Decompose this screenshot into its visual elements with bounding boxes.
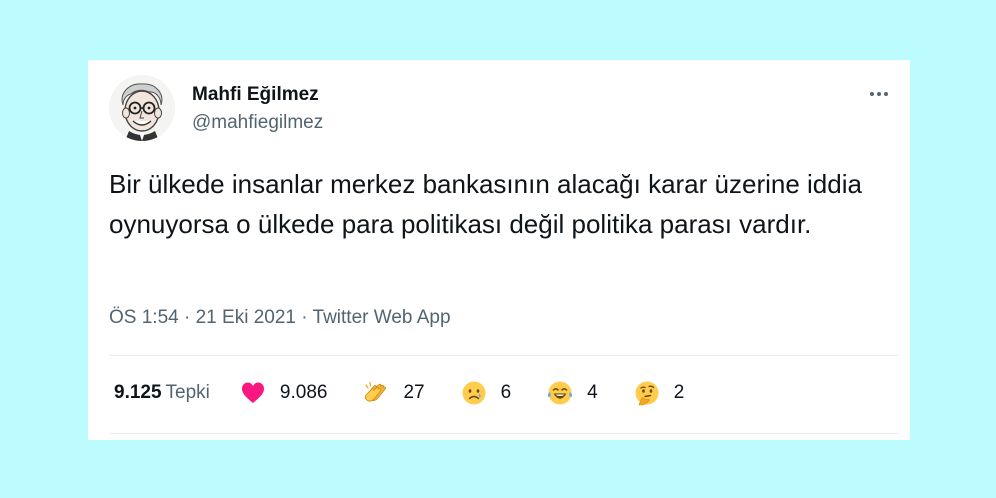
reaction-clap[interactable]: 27	[363, 380, 425, 406]
tweet-meta: ÖS 1:54 · 21 Eki 2021 · Twitter Web App	[109, 307, 451, 329]
heart-icon	[241, 382, 264, 403]
reaction-count: 2	[673, 382, 685, 403]
divider	[109, 355, 899, 356]
tweet-text: Bir ülkede insanlar merkez bankasının al…	[109, 169, 862, 239]
tweet-time[interactable]: ÖS 1:54	[109, 307, 179, 328]
tweet-card: Mahfi Eğilmez @mahfiegilmez Bir ülkede i…	[88, 60, 910, 440]
reactions-bar: 9.125 Tepki 9.086 27 6 4 2	[114, 378, 684, 408]
reactions-total[interactable]: 9.125	[114, 382, 162, 404]
reaction-count: 4	[587, 382, 598, 403]
more-options-icon[interactable]	[859, 81, 899, 107]
reaction-think[interactable]: 2	[634, 380, 685, 406]
user-handle[interactable]: @mahfiegilmez	[192, 112, 323, 134]
display-name[interactable]: Mahfi Eğilmez	[192, 84, 323, 106]
meta-separator: ·	[301, 307, 313, 328]
user-names: Mahfi Eğilmez @mahfiegilmez	[192, 84, 323, 134]
reaction-count: 6	[500, 382, 512, 403]
reaction-count: 9.086	[279, 382, 328, 403]
tweet-source[interactable]: Twitter Web App	[313, 307, 451, 328]
reaction-heart[interactable]: 9.086	[240, 380, 328, 406]
avatar[interactable]	[109, 75, 175, 141]
reaction-laugh[interactable]: 4	[547, 380, 598, 406]
tears-of-joy-icon	[548, 381, 573, 405]
meta-separator: ·	[184, 307, 196, 328]
divider	[109, 433, 899, 434]
reactions-total-label[interactable]: Tepki	[166, 382, 210, 404]
clapping-hands-icon	[365, 381, 387, 402]
tweet-header: Mahfi Eğilmez @mahfiegilmez	[109, 75, 889, 145]
avatar-caricature-icon	[109, 75, 175, 141]
reaction-count: 27	[403, 382, 425, 403]
tweet-date[interactable]: 21 Eki 2021	[196, 307, 296, 328]
crying-face-icon	[462, 381, 486, 405]
reaction-sad[interactable]: 6	[461, 380, 512, 406]
thinking-face-icon	[635, 381, 659, 406]
